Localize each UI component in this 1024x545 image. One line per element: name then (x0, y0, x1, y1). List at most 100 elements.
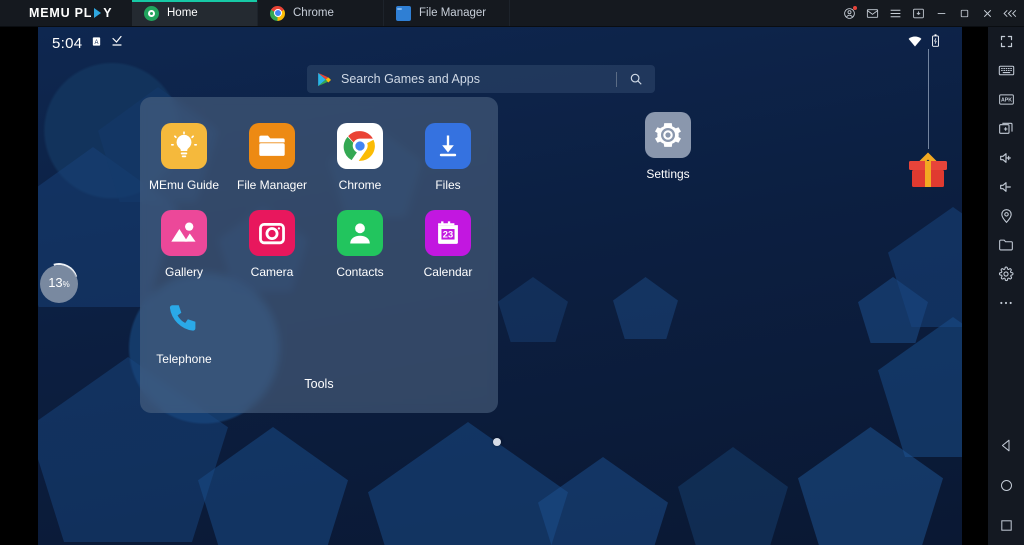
tab-file-manager-label: File Manager (419, 7, 487, 19)
tab-home[interactable]: Home (132, 0, 258, 26)
download-complete-icon (111, 34, 123, 52)
android-back-button[interactable] (988, 425, 1024, 465)
wallpaper-shape (498, 277, 568, 342)
install-apk-icon[interactable]: APK (988, 85, 1024, 114)
chrome-icon (270, 5, 285, 21)
app-settings-label: Settings (646, 167, 690, 181)
brand: MEMU PL Y (0, 0, 132, 26)
status-bar-right (908, 34, 940, 52)
volume-down-icon[interactable] (988, 172, 1024, 201)
brand-title: MEMU PL Y (29, 6, 112, 20)
location-icon[interactable] (988, 201, 1024, 230)
progress-unit: % (62, 280, 70, 289)
tab-chrome-label: Chrome (293, 7, 334, 19)
window-controls (838, 0, 1024, 26)
maximize-button[interactable] (953, 0, 976, 27)
emulator-stage: 5:04 A 13 % Search Games and Apps Settin… (0, 27, 988, 545)
more-options-icon[interactable] (988, 288, 1024, 317)
app-files-label: Files (435, 178, 461, 192)
progress-value: 13 (48, 275, 63, 290)
app-contacts[interactable]: Contacts (316, 210, 404, 279)
app-camera-label: Camera (250, 265, 294, 279)
calendar-icon: 23 (425, 210, 471, 256)
android-home-button[interactable] (988, 465, 1024, 505)
app-file-manager[interactable]: File Manager (228, 123, 316, 192)
page-indicator-dot[interactable] (493, 438, 501, 446)
phone-icon (161, 297, 207, 343)
google-play-icon (317, 72, 331, 87)
app-telephone[interactable]: Telephone (140, 297, 228, 366)
tab-strip: Home Chrome File Manager (132, 0, 838, 26)
app-settings[interactable]: Settings (624, 112, 712, 181)
keyboard-icon[interactable] (988, 56, 1024, 85)
app-calendar-label: Calendar (423, 265, 473, 279)
wallpaper-shape (678, 447, 788, 545)
android-screen[interactable]: 5:04 A 13 % Search Games and Apps Settin… (38, 27, 962, 545)
app-memu-guide-label: MEmu Guide (148, 178, 220, 192)
search-icon[interactable] (627, 72, 645, 86)
screenshot-icon[interactable] (907, 0, 930, 27)
download-progress-badge[interactable]: 13% (40, 265, 78, 303)
chrome-icon (337, 123, 383, 169)
app-telephone-label: Telephone (156, 352, 212, 366)
android-recents-button[interactable] (988, 505, 1024, 545)
search-divider (616, 71, 617, 87)
battery-icon (931, 34, 940, 52)
camera-icon (249, 210, 295, 256)
wifi-icon (908, 34, 922, 52)
gift-box-icon[interactable] (904, 147, 952, 189)
mail-icon[interactable] (861, 0, 884, 27)
multi-window-icon[interactable] (988, 114, 1024, 143)
app-gallery[interactable]: Gallery (140, 210, 228, 279)
status-bar-left: 5:04 A (52, 34, 123, 52)
file-manager-icon (396, 5, 411, 21)
app-files[interactable]: Files (404, 123, 492, 192)
title-bar: MEMU PL Y Home Chrome File Manager (0, 0, 1024, 27)
menu-icon[interactable] (884, 0, 907, 27)
gear-icon (645, 112, 691, 158)
tab-home-label: Home (167, 7, 198, 19)
download-icon (425, 123, 471, 169)
brand-title-part2: Y (103, 6, 113, 20)
gift-string (928, 49, 929, 149)
svg-text:APK: APK (1000, 98, 1011, 104)
play-triangle-icon (94, 8, 102, 18)
app-memu-guide[interactable]: MEmu Guide (140, 123, 228, 192)
emulator-toolbar: APK (988, 27, 1024, 545)
photo-icon (161, 210, 207, 256)
svg-text:A: A (95, 40, 99, 46)
account-icon[interactable] (838, 0, 861, 27)
app-camera[interactable]: Camera (228, 210, 316, 279)
folder-title[interactable]: Tools (140, 377, 498, 391)
app-calendar[interactable]: 23 Calendar (404, 210, 492, 279)
close-button[interactable] (976, 0, 999, 27)
notification-badge (853, 5, 857, 10)
wallpaper-shape (368, 422, 568, 545)
folder-app-grid: MEmu Guide File Manager Chrome Files Gal… (140, 97, 498, 384)
folder-icon (249, 123, 295, 169)
app-contacts-label: Contacts (336, 265, 384, 279)
wallpaper-shape (613, 277, 678, 339)
brand-title-part1: MEMU PL (29, 6, 93, 20)
search-bar[interactable]: Search Games and Apps (307, 65, 655, 93)
person-icon (337, 210, 383, 256)
lightbulb-icon (161, 123, 207, 169)
shared-folder-icon[interactable] (988, 230, 1024, 259)
app-file-manager-label: File Manager (236, 178, 308, 192)
volume-up-icon[interactable] (988, 143, 1024, 172)
app-chrome[interactable]: Chrome (316, 123, 404, 192)
app-gallery-label: Gallery (164, 265, 203, 279)
collapse-sidebar-button[interactable] (999, 0, 1022, 27)
folder-popup-tools[interactable]: MEmu Guide File Manager Chrome Files Gal… (140, 97, 498, 413)
app-chrome-label: Chrome (338, 178, 382, 192)
tab-file-manager[interactable]: File Manager (384, 0, 510, 26)
settings-gear-icon[interactable] (988, 259, 1024, 288)
search-input[interactable]: Search Games and Apps (341, 72, 606, 86)
fullscreen-icon[interactable] (988, 27, 1024, 56)
vibrate-mode-icon: A (91, 34, 102, 52)
minimize-button[interactable] (930, 0, 953, 27)
svg-text:23: 23 (443, 230, 453, 240)
android-home-icon (144, 5, 159, 21)
memu-emulator-window: MEMU PL Y Home Chrome File Manager 5:04 … (0, 0, 1024, 545)
tab-chrome[interactable]: Chrome (258, 0, 384, 26)
